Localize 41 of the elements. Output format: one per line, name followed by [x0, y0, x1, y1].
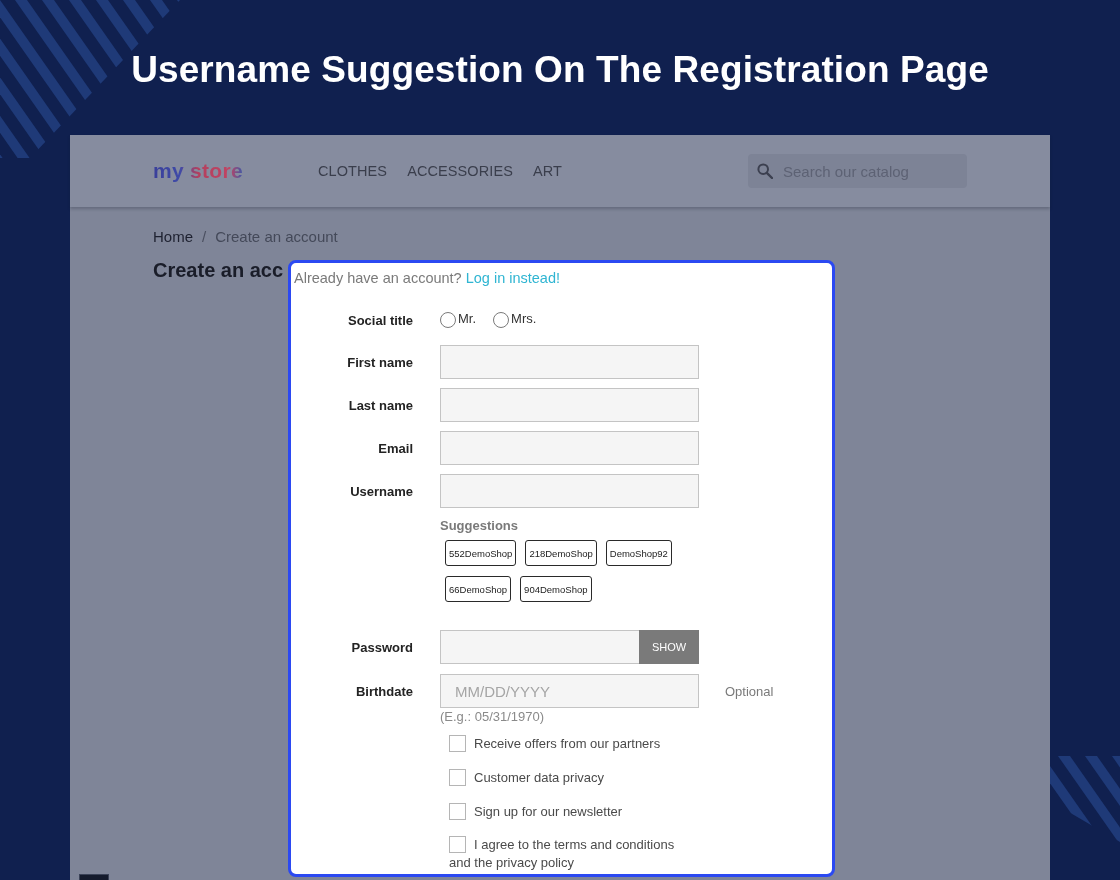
- date-format-hint: (E.g.: 05/31/1970): [440, 709, 545, 724]
- checkbox[interactable]: [449, 836, 466, 853]
- date-input[interactable]: MM/DD/YYYY: [440, 674, 699, 708]
- field-label: Social title: [347, 312, 413, 328]
- text-input[interactable]: [440, 388, 699, 422]
- breadcrumb-separator: /: [202, 227, 207, 247]
- field-label: Username: [350, 483, 413, 499]
- login-prompt: Already have an account?: [294, 270, 462, 286]
- show-password-button[interactable]: SHOW: [639, 630, 699, 664]
- suggestion-chip[interactable]: 66DemoShop: [445, 576, 512, 602]
- radio-label: Mr.: [458, 311, 477, 326]
- radio-label: Mrs.: [511, 311, 537, 326]
- field-label: Email: [378, 440, 413, 456]
- radio-button[interactable]: [440, 312, 456, 328]
- checkbox-option[interactable]: Customer data privacy: [449, 768, 605, 788]
- cut-off-block: [79, 874, 109, 880]
- field-label: Password: [351, 639, 413, 655]
- checkbox[interactable]: [449, 735, 466, 752]
- page-title: Username Suggestion On The Registration Page: [131, 48, 989, 91]
- checkbox-option[interactable]: Receive offers from our partners: [449, 734, 661, 754]
- suggestions-label: Suggestions: [440, 519, 518, 533]
- suggestion-chip[interactable]: 218DemoShop: [525, 540, 597, 566]
- text-input[interactable]: [440, 345, 699, 379]
- checkbox[interactable]: [449, 769, 466, 786]
- field-label: Birthdate: [355, 683, 413, 699]
- text-input[interactable]: [440, 474, 699, 508]
- password-input[interactable]: [440, 630, 639, 664]
- page-heading: Create an acc: [153, 258, 284, 283]
- checkbox-option[interactable]: I agree to the terms and conditions and the privacy policy: [449, 836, 699, 872]
- field-label: Last name: [348, 397, 413, 413]
- suggestion-chip[interactable]: 552DemoShop: [445, 540, 517, 566]
- radio-button[interactable]: [493, 312, 510, 328]
- checkbox[interactable]: [449, 803, 466, 820]
- breadcrumb-link[interactable]: Home: [153, 227, 193, 247]
- field-label: First name: [347, 354, 413, 370]
- optional-note: Optional: [725, 684, 774, 699]
- suggestion-chip[interactable]: DemoShop92: [605, 540, 672, 566]
- search-icon: [757, 163, 773, 179]
- checkbox-option[interactable]: Sign up for our newsletter: [449, 802, 623, 822]
- text-input[interactable]: [440, 431, 699, 465]
- suggestion-chip[interactable]: 904DemoShop: [520, 576, 592, 602]
